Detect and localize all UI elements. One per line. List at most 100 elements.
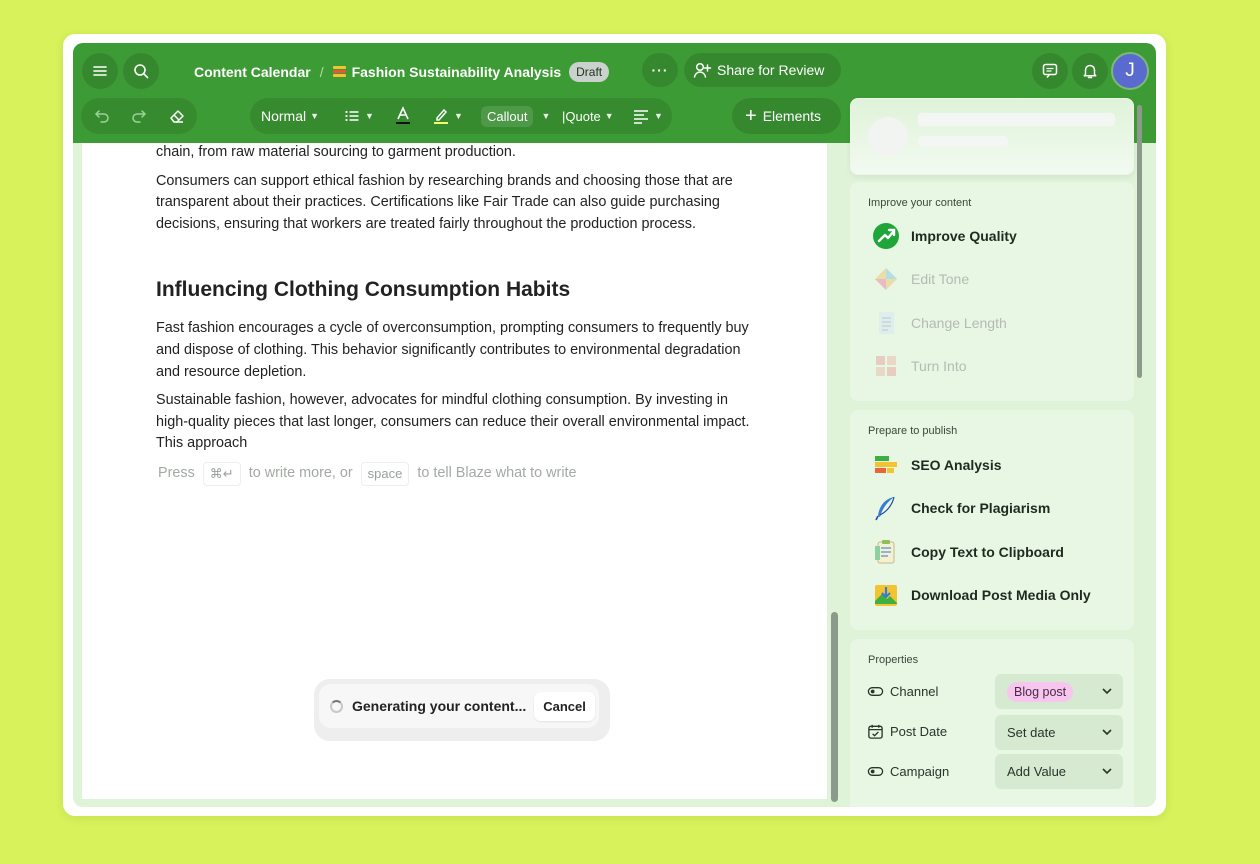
feather-icon	[872, 494, 900, 522]
action-label: Turn Into	[911, 358, 967, 374]
redo-button[interactable]	[130, 107, 148, 130]
breadcrumb: Content Calendar / Fashion Sustainabilit…	[194, 60, 610, 84]
search-button[interactable]	[123, 53, 159, 89]
more-button[interactable]: ···	[642, 53, 678, 87]
notifications-button[interactable]	[1072, 53, 1108, 89]
highlighter-icon	[434, 108, 448, 124]
list-dropdown[interactable]: ▼	[343, 98, 374, 134]
card-title: Properties	[868, 654, 919, 666]
toggle-icon	[867, 767, 884, 776]
chevron-down-icon	[1102, 768, 1112, 775]
highlight-dropdown[interactable]: ▼	[432, 98, 463, 134]
property-label: Channel	[890, 684, 939, 699]
property-label: Post Date	[890, 724, 948, 739]
cancel-button[interactable]: Cancel	[534, 691, 595, 721]
breadcrumb-root[interactable]: Content Calendar	[194, 64, 311, 80]
share-for-review-button[interactable]: Share for Review	[684, 53, 841, 87]
download-image-icon	[872, 581, 900, 609]
chevron-down-icon: ▼	[654, 111, 663, 121]
action-label: Check for Plagiarism	[911, 500, 1051, 516]
clear-format-button[interactable]	[168, 107, 186, 130]
undo-button[interactable]	[93, 107, 111, 130]
document-body: chain, from raw material sourcing to gar…	[156, 143, 756, 486]
list-icon	[345, 110, 359, 122]
document-title[interactable]: Fashion Sustainability Analysis	[352, 64, 562, 80]
quote-label: |Quote	[562, 108, 601, 124]
document-icon	[332, 66, 346, 78]
avatar-placeholder	[868, 117, 908, 157]
history-toolbar	[81, 98, 197, 134]
menu-button[interactable]	[82, 53, 118, 89]
campaign-select[interactable]: Add Value	[995, 754, 1123, 789]
action-label: SEO Analysis	[911, 457, 1002, 473]
post-date-select[interactable]: Set date	[995, 715, 1123, 750]
toggle-icon	[867, 687, 884, 696]
hint-text: to tell Blaze what to write	[417, 464, 577, 481]
shortcut-key: space	[360, 461, 410, 486]
elements-label: Elements	[762, 108, 822, 124]
chevron-down-icon: ▼	[310, 111, 320, 121]
callout-dropdown[interactable]: Callout ▼	[481, 98, 550, 134]
card-title: Improve your content	[868, 197, 972, 209]
text-style-dropdown[interactable]: Normal ▼	[261, 98, 319, 134]
text-placeholder	[918, 136, 1008, 147]
bell-icon	[1083, 64, 1097, 79]
hint-text: to write more, or	[248, 464, 353, 481]
panel-scrollbar[interactable]	[1137, 105, 1142, 378]
property-value: Add Value	[1007, 764, 1067, 779]
align-dropdown[interactable]: ▼	[632, 98, 663, 134]
property-post-date: Post Date	[867, 723, 947, 740]
redo-icon	[132, 110, 147, 123]
status-badge: Draft	[569, 62, 610, 82]
chevron-down-icon	[1102, 729, 1112, 736]
grid-blocks-icon	[872, 352, 900, 380]
callout-label: Callout	[481, 105, 534, 127]
text-color-button[interactable]	[394, 98, 412, 134]
channel-tag: Blog post	[1007, 681, 1074, 702]
editor-scrollbar[interactable]	[831, 612, 838, 802]
shortcut-key: ⌘↵	[202, 461, 241, 486]
align-left-icon	[634, 110, 648, 124]
seo-analysis-action[interactable]: SEO Analysis	[872, 451, 1002, 479]
chevron-down-icon	[1102, 688, 1112, 695]
comments-button[interactable]	[1032, 53, 1068, 89]
chevron-down-icon: ▼	[365, 111, 374, 121]
ai-prompt-hint: Press ⌘↵ to write more, or space to tell…	[158, 461, 756, 486]
paragraph: Fast fashion encourages a cycle of overc…	[156, 320, 749, 380]
property-campaign: Campaign	[867, 763, 949, 780]
property-label: Campaign	[890, 764, 950, 779]
share-label: Share for Review	[717, 62, 825, 78]
more-label: ···	[651, 62, 669, 78]
action-label: Edit Tone	[911, 271, 970, 287]
change-length-action[interactable]: Change Length	[872, 309, 1007, 337]
paragraph: chain, from raw material sourcing to gar…	[156, 144, 516, 160]
breadcrumb-separator: /	[319, 64, 324, 80]
chevron-down-icon: ▼	[541, 111, 551, 121]
channel-select[interactable]: Blog post	[995, 674, 1123, 709]
property-channel: Channel	[867, 683, 938, 700]
check-plagiarism-action[interactable]: Check for Plagiarism	[872, 494, 1050, 522]
turn-into-action[interactable]: Turn Into	[872, 352, 967, 380]
edit-tone-action[interactable]: Edit Tone	[872, 265, 969, 293]
hint-text: Press	[158, 464, 195, 481]
elements-button[interactable]: + Elements	[732, 98, 841, 134]
copy-text-action[interactable]: Copy Text to Clipboard	[872, 538, 1064, 566]
download-media-action[interactable]: Download Post Media Only	[872, 581, 1091, 609]
clipboard-icon	[872, 538, 900, 566]
text-placeholder	[918, 113, 1115, 126]
action-label: Change Length	[911, 315, 1007, 331]
avatar-initial: J	[1125, 60, 1135, 81]
action-label: Download Post Media Only	[911, 587, 1091, 603]
search-icon	[134, 64, 149, 79]
quote-dropdown[interactable]: |Quote ▼	[562, 98, 614, 134]
action-label: Improve Quality	[911, 228, 1017, 244]
properties-card: Properties Channel Blog post Post Date S…	[850, 639, 1134, 807]
document-length-icon	[872, 309, 900, 337]
menu-icon	[93, 66, 107, 76]
plus-icon: +	[745, 105, 757, 127]
chevron-down-icon: ▼	[454, 111, 463, 121]
section-heading: Influencing Clothing Consumption Habits	[156, 278, 571, 302]
text-style-label: Normal	[261, 108, 307, 124]
user-avatar[interactable]: J	[1111, 52, 1149, 90]
improve-quality-action[interactable]: Improve Quality	[872, 222, 1017, 250]
